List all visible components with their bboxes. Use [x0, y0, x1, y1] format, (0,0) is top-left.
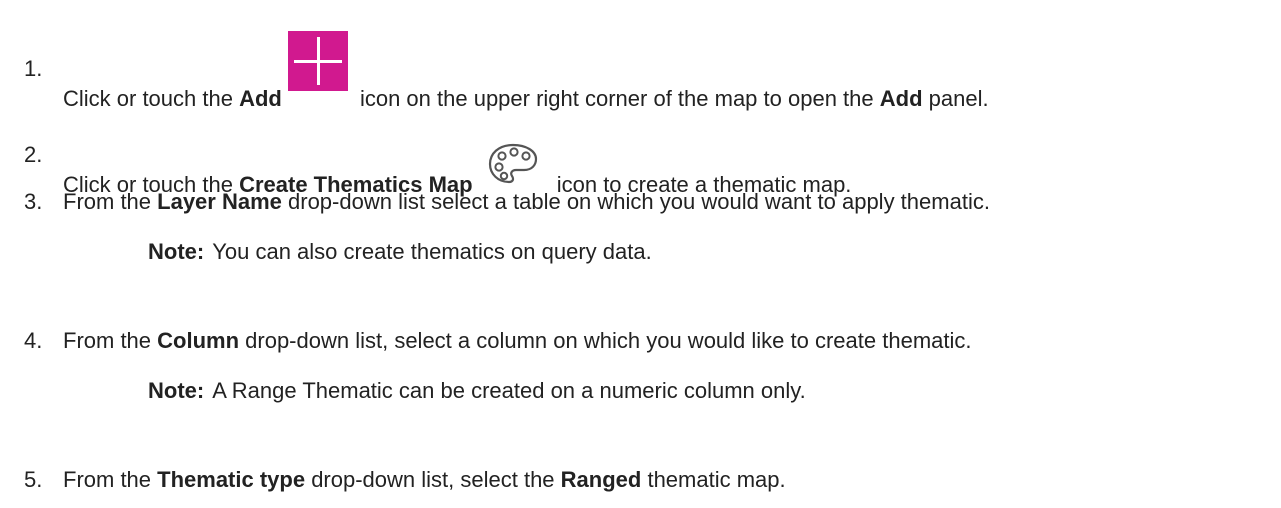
step-text-part: drop-down list select a table on which y… [281, 189, 990, 214]
note-1: Note: You can also create thematics on qu… [148, 239, 652, 265]
add-label: Add [239, 86, 282, 111]
step-text: From the Column drop-down list, select a… [63, 328, 972, 354]
step-text: Click or touch the Add icon on the upper… [63, 31, 989, 116]
note-text: You can also create thematics on query d… [212, 239, 652, 264]
step-text-part: From the [63, 189, 158, 214]
step-text-part: panel. [922, 86, 989, 111]
step-number: 1. [24, 56, 43, 81]
note-label: Note: [148, 378, 205, 403]
add-plus-icon [287, 31, 348, 91]
step-number: 5. [24, 467, 43, 492]
step-number: 3. [24, 189, 43, 214]
note-text: A Range Thematic can be created on a num… [212, 378, 806, 403]
add-panel-label: Add [879, 86, 923, 111]
step-number: 2. [24, 142, 43, 167]
step-text-part: From the [63, 467, 158, 492]
layer-name-label: Layer Name [157, 189, 282, 214]
step-text-part: From the [63, 328, 158, 353]
step-text: From the Thematic type drop-down list, s… [63, 467, 786, 493]
step-text-part: thematic map. [641, 467, 786, 492]
step-number: 4. [24, 328, 43, 353]
column-label: Column [157, 328, 240, 353]
step-text: From the Layer Name drop-down list selec… [63, 189, 990, 215]
step-text-part: Click or touch the [63, 86, 240, 111]
palette-icon [488, 143, 537, 184]
note-label: Note: [148, 239, 205, 264]
step-text-part: drop-down list, select a column on which… [239, 328, 972, 353]
note-2: Note: A Range Thematic can be created on … [148, 378, 806, 404]
step-text-part: drop-down list, select the [305, 467, 561, 492]
thematic-type-label: Thematic type [157, 467, 306, 492]
step-text-part: icon on the upper right corner of the ma… [353, 86, 880, 111]
ranged-label: Ranged [560, 467, 642, 492]
